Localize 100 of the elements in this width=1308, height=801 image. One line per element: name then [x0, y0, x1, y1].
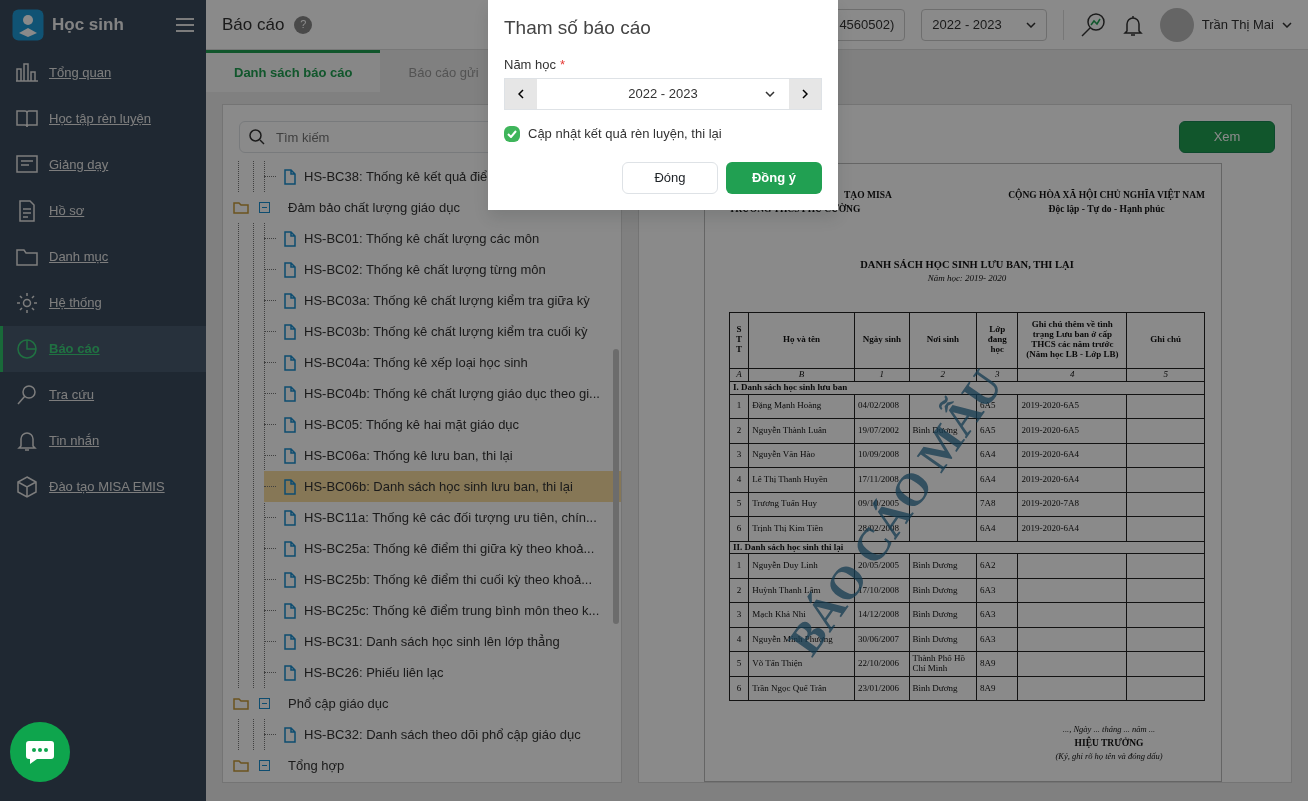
- tree-item[interactable]: HS-BC04a: Thống kê xếp loại học sinh: [264, 347, 621, 378]
- dialog-button[interactable]: Đồng ý: [726, 161, 822, 194]
- table-cell: 5: [729, 492, 749, 517]
- checkbox[interactable]: [504, 125, 520, 142]
- tree-item[interactable]: HS-BC31: Danh sách học sinh lên lớp thẳng: [264, 626, 621, 657]
- column-header: Nơi sinh: [909, 312, 977, 369]
- tree-item[interactable]: HS-BC06a: Thống kê lưu ban, thi lại: [264, 440, 621, 471]
- column-header: Lớp đang học: [976, 312, 1018, 369]
- help-icon[interactable]: ?: [294, 15, 313, 34]
- sidebar-item[interactable]: Đào tạo MISA EMIS: [0, 464, 206, 510]
- tree-item[interactable]: HS-BC02: Thống kê chất lượng từng môn: [264, 254, 621, 285]
- collapse-icon[interactable]: [259, 760, 270, 771]
- column-header: Ghi chú thêm về tình trạng Lưu ban ở cấp THCS các năm trước (Năm học LB - Lớp LB): [1017, 312, 1127, 369]
- table-cell: 1: [729, 553, 749, 579]
- table-cell: 6A2: [976, 553, 1018, 579]
- page-title: Báo cáo: [222, 13, 285, 36]
- pie-chart-icon: [15, 337, 39, 361]
- file-icon: [284, 478, 296, 495]
- file-icon: [284, 323, 296, 340]
- table-cell: Bình Dương: [909, 602, 977, 628]
- app-title: Học sinh: [52, 14, 124, 37]
- sidebar-item[interactable]: Danh mục: [0, 234, 206, 280]
- table-cell: 23/01/2006: [854, 676, 909, 701]
- file-icon: [284, 540, 296, 557]
- view-button[interactable]: Xem: [1179, 121, 1275, 153]
- tree-item[interactable]: HS-BC38: Thống kê kết quả điể: [264, 161, 621, 192]
- sidebar-item[interactable]: Tin nhắn: [0, 418, 206, 464]
- table-cell: 04/02/2008: [854, 394, 909, 419]
- sidebar-item[interactable]: Hệ thống: [0, 280, 206, 326]
- tree-item[interactable]: HS-BC11a: Thống kê các đối tượng ưu tiên, chín...: [264, 502, 621, 533]
- magnifier-icon: [15, 383, 39, 407]
- tree-item[interactable]: HS-BC01: Thống kê chất lượng các môn: [264, 223, 621, 254]
- table-cell: 2019-2020-6A5: [1017, 394, 1127, 419]
- tree-folder[interactable]: Tổng hợp: [223, 750, 621, 781]
- index-cell: 4: [1017, 368, 1127, 382]
- chevron-left-icon: [518, 89, 524, 99]
- collapse-icon[interactable]: [259, 698, 270, 709]
- table-cell: 6A3: [976, 602, 1018, 628]
- index-cell: 1: [854, 368, 909, 382]
- chart-search-icon[interactable]: [1079, 11, 1106, 38]
- chevron-down-icon: [1025, 21, 1036, 28]
- table-cell: 6A4: [976, 467, 1018, 493]
- year-spinner[interactable]: 2022 - 2023: [504, 78, 822, 110]
- table-cell: 8A9: [976, 676, 1018, 701]
- column-header: S T T: [729, 312, 749, 369]
- file-icon: [284, 261, 296, 278]
- index-cell: A: [729, 368, 749, 382]
- table-cell: 2019-2020-6A4: [1017, 443, 1127, 468]
- app-logo-icon: [12, 9, 44, 41]
- sidebar-item[interactable]: Giảng dạy: [0, 142, 206, 188]
- table-cell: 1: [729, 394, 749, 419]
- tree-item[interactable]: HS-BC03a: Thống kê chất lượng kiểm tra giữa kỳ: [264, 285, 621, 316]
- file-icon: [284, 602, 296, 619]
- dialog-button[interactable]: Đóng: [622, 161, 718, 194]
- table-cell: 6A3: [976, 578, 1018, 603]
- table-cell: Thành Phố Hồ Chí Minh: [909, 651, 977, 677]
- avatar: [1159, 7, 1194, 42]
- sidebar-item[interactable]: Học tập rèn luyện: [0, 96, 206, 142]
- school-header-line: TẠO MISA: [844, 189, 892, 202]
- column-header: Ghi chú: [1126, 312, 1205, 369]
- file-icon: [284, 292, 296, 309]
- year-select[interactable]: 2022 - 2023: [921, 8, 1047, 41]
- chevron-down-icon[interactable]: [1282, 21, 1292, 28]
- collapse-icon[interactable]: [259, 202, 270, 213]
- previous-button[interactable]: [505, 79, 537, 109]
- table-cell: Đặng Mạnh Hoàng: [748, 394, 855, 419]
- file-icon: [284, 354, 296, 371]
- tree-item[interactable]: HS-BC25a: Thống kê điểm thi giữa kỳ theo khoả...: [264, 533, 621, 564]
- chevron-right-icon: [802, 89, 808, 99]
- file-icon: [284, 726, 296, 743]
- school-header-line: TRƯỜNG THCS PHÚ CƯỜNG: [729, 202, 862, 217]
- tree-item[interactable]: HS-BC26: Phiếu liên lạc: [264, 657, 621, 688]
- file-icon: [284, 168, 296, 185]
- table-cell: 4: [729, 627, 749, 652]
- scrollbar-thumb[interactable]: [613, 349, 619, 624]
- tree-folder[interactable]: Phổ cập giáo dục: [223, 688, 621, 719]
- bar-chart-icon: [15, 61, 39, 85]
- tree-item[interactable]: HS-BC06b: Danh sách học sinh lưu ban, thi lại: [264, 471, 621, 502]
- sidebar-item[interactable]: Hồ sơ: [0, 188, 206, 234]
- menu-icon[interactable]: [176, 17, 194, 33]
- required-mark: *: [560, 55, 566, 74]
- tree-item[interactable]: HS-BC05: Thống kê hai mặt giáo dục: [264, 409, 621, 440]
- table-cell: Nguyễn Thành Luân: [748, 418, 855, 444]
- sidebar-item[interactable]: Tra cứu: [0, 372, 206, 418]
- next-button[interactable]: [789, 79, 821, 109]
- table-cell: 7A8: [976, 492, 1018, 517]
- tree-folder[interactable]: Đảm bảo chất lượng giáo dục: [223, 192, 621, 223]
- report-subtitle: Năm học: 2019- 2020: [926, 272, 1008, 286]
- tree-item[interactable]: HS-BC32: Danh sách theo dõi phổ cập giáo dục: [264, 719, 621, 750]
- gear-icon: [15, 291, 39, 315]
- tree-item[interactable]: HS-BC04b: Thống kê chất lượng giáo dục theo gi...: [264, 378, 621, 409]
- tree-item[interactable]: HS-BC25b: Thống kê điểm thi cuối kỳ theo khoả...: [264, 564, 621, 595]
- file-icon: [284, 385, 296, 402]
- table-cell: Trần Ngọc Quế Trân: [748, 676, 855, 701]
- tree-item[interactable]: HS-BC25c: Thống kê điểm trung bình môn theo k...: [264, 595, 621, 626]
- tree-item[interactable]: HS-BC03b: Thống kê chất lượng kiểm tra cuối kỳ: [264, 316, 621, 347]
- table-cell: 6: [729, 516, 749, 542]
- year-select[interactable]: 2022 - 2023: [537, 79, 789, 109]
- sidebar-item[interactable]: Tổng quan: [0, 50, 206, 96]
- user-name[interactable]: Trần Thị Mai: [1201, 14, 1274, 35]
